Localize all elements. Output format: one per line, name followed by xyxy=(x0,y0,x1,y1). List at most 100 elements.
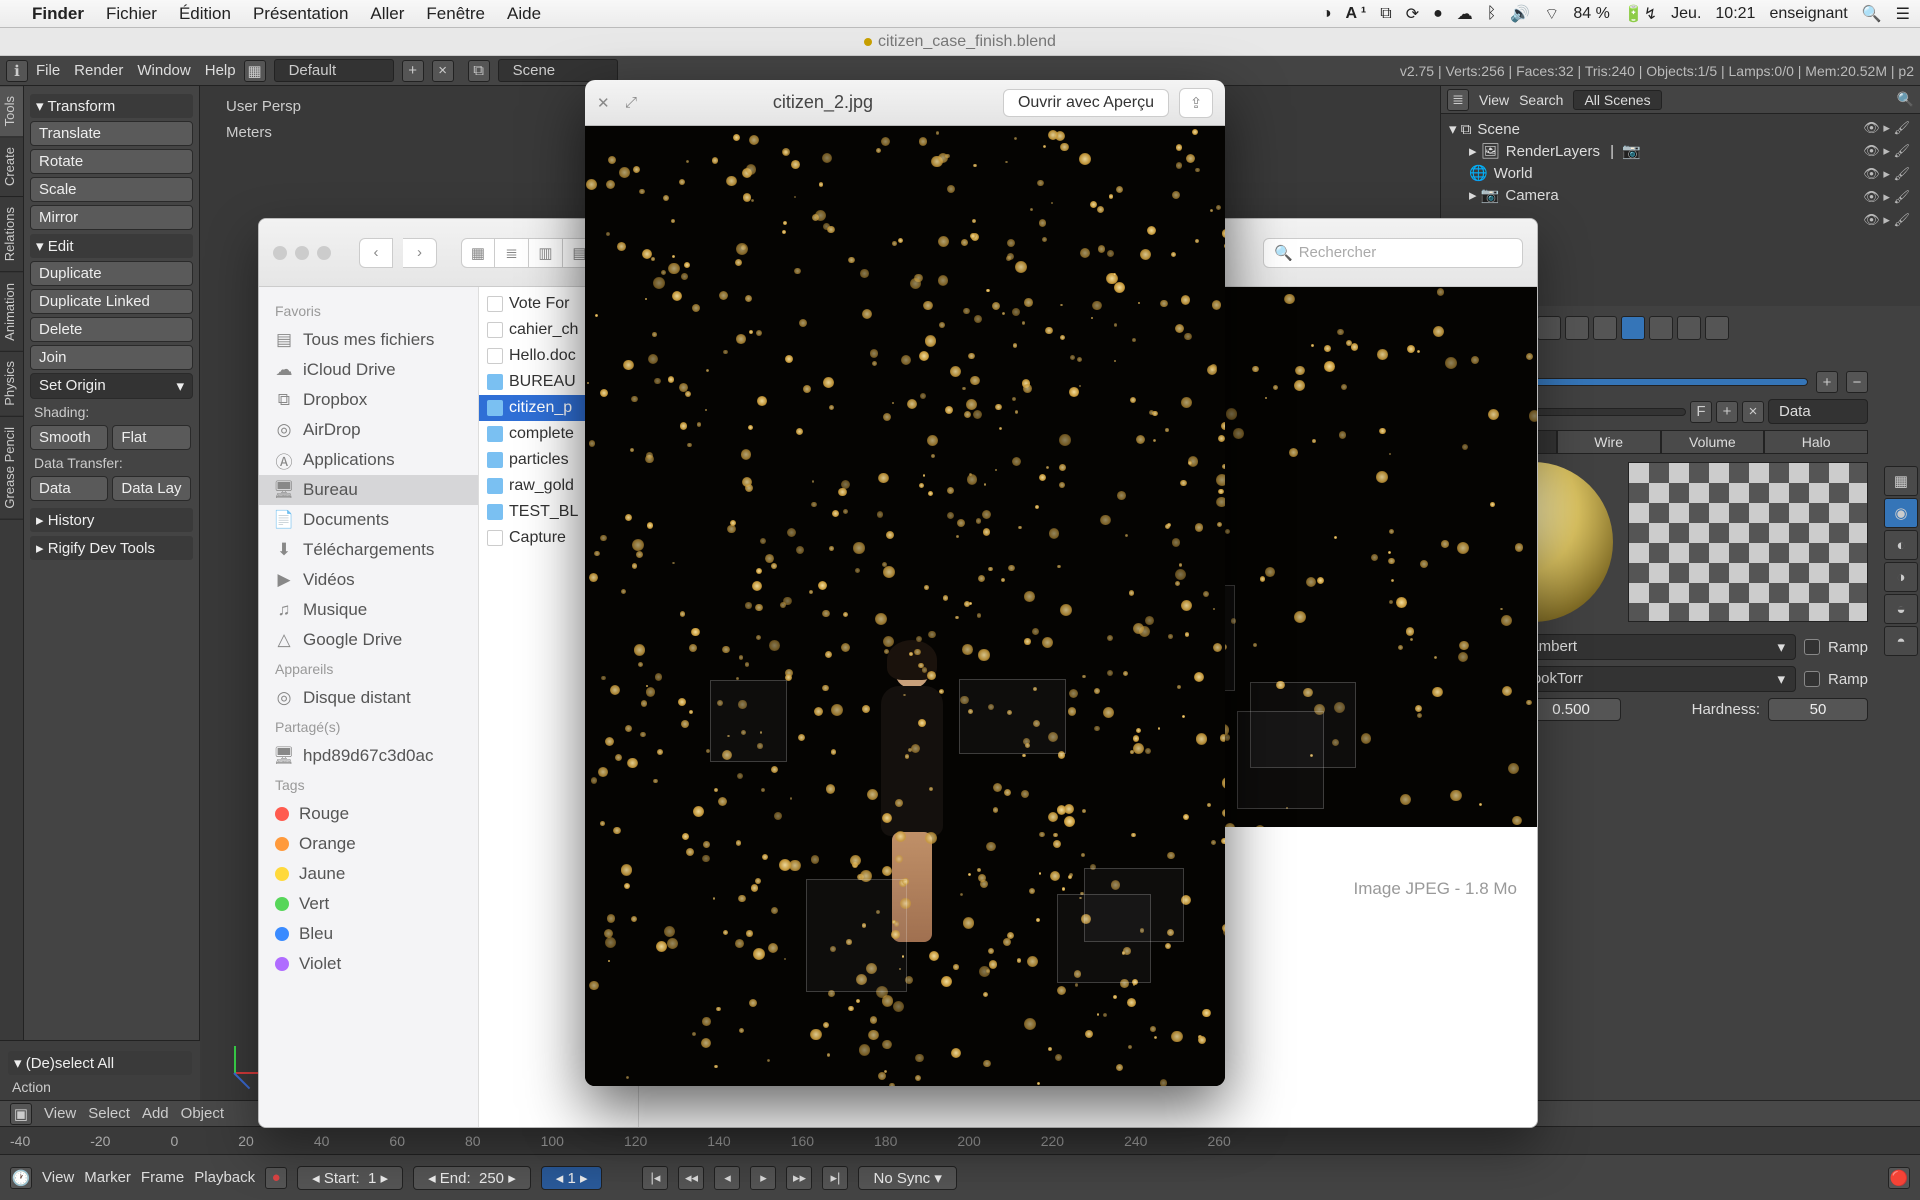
outliner-view[interactable]: View xyxy=(1479,92,1509,108)
duplicate-button[interactable]: Duplicate xyxy=(30,261,193,286)
timeline-type-icon[interactable]: 🕐 xyxy=(10,1167,32,1189)
sidebar-gdrive[interactable]: △Google Drive xyxy=(259,625,478,655)
tree-camera[interactable]: ▸ 📷 Camera xyxy=(1449,184,1912,206)
menu-aide[interactable]: Aide xyxy=(507,4,541,24)
scene-browse-icon[interactable]: ⧉ xyxy=(468,60,490,82)
end-field[interactable]: ◂ End: 250 ▸ xyxy=(413,1166,531,1190)
play-rev-icon[interactable]: ◂ xyxy=(714,1166,740,1190)
outliner-type-icon[interactable]: ≣ xyxy=(1447,89,1469,111)
view-column-icon[interactable]: ▥ xyxy=(529,238,563,268)
ptab-4[interactable]: ◑ xyxy=(1884,562,1918,592)
join-button[interactable]: Join xyxy=(30,345,193,370)
tree-renderlayers[interactable]: ▸ 🖼 RenderLayers | 📷 xyxy=(1449,140,1912,162)
object-menu[interactable]: Object xyxy=(181,1105,224,1122)
view3d-type-icon[interactable]: ▣ xyxy=(10,1103,32,1125)
sidebar-dropbox[interactable]: ⧉Dropbox xyxy=(259,385,478,415)
finder-search[interactable]: 🔍 Rechercher xyxy=(1263,238,1523,268)
specular-ramp-check[interactable] xyxy=(1804,671,1820,687)
sync-icon[interactable]: ⟳ xyxy=(1406,4,1419,24)
menu-fenetre[interactable]: Fenêtre xyxy=(426,4,485,24)
link-select[interactable]: Data xyxy=(1768,399,1868,424)
menubar-app[interactable]: Finder xyxy=(32,4,84,24)
menu-aller[interactable]: Aller xyxy=(370,4,404,24)
start-field[interactable]: ◂ Start: 1 ▸ xyxy=(297,1166,403,1190)
pb-frame[interactable]: Frame xyxy=(141,1169,184,1186)
cloud-icon[interactable]: ☁︎ xyxy=(1457,4,1473,24)
tag-jaune[interactable]: Jaune xyxy=(259,859,478,889)
sidebar-remote-disc[interactable]: ◎Disque distant xyxy=(259,683,478,713)
back-button[interactable]: ‹ xyxy=(359,238,393,268)
prev-key-icon[interactable]: ◂◂ xyxy=(678,1166,704,1190)
duplicate-linked-button[interactable]: Duplicate Linked xyxy=(30,289,193,314)
outliner-search[interactable]: Search xyxy=(1519,92,1563,108)
spotlight-icon[interactable]: 🔍 xyxy=(1862,4,1882,24)
jump-start-icon[interactable]: |◂ xyxy=(642,1166,668,1190)
battery-icon[interactable]: 🔋↯ xyxy=(1624,4,1657,24)
transform-header[interactable]: ▾ Transform xyxy=(30,94,193,118)
pb-view[interactable]: View xyxy=(42,1169,74,1186)
rigify-header[interactable]: ▸ Rigify Dev Tools xyxy=(30,536,193,560)
x-icon[interactable]: × xyxy=(1742,401,1764,423)
tab-volume[interactable]: Volume xyxy=(1661,430,1765,454)
tab-create[interactable]: Create xyxy=(0,137,23,197)
tab-physics[interactable]: Physics xyxy=(0,351,23,417)
fullscreen-icon[interactable]: ⤢ xyxy=(625,94,643,112)
specular-shader[interactable]: CookTorr ▾ xyxy=(1511,666,1796,692)
layout-del-icon[interactable]: × xyxy=(432,60,454,82)
tab-relations[interactable]: Relations xyxy=(0,197,23,272)
tab-animation[interactable]: Animation xyxy=(0,273,23,352)
layout-select[interactable]: Default xyxy=(274,59,394,82)
tag-orange[interactable]: Orange xyxy=(259,829,478,859)
menu-render[interactable]: Render xyxy=(74,62,123,79)
close-icon[interactable]: ✕ xyxy=(597,94,615,112)
current-frame[interactable]: ◂ 1 ▸ xyxy=(541,1166,603,1190)
menu-icon[interactable]: ☰ xyxy=(1896,4,1910,24)
tab-halo[interactable]: Halo xyxy=(1764,430,1868,454)
hardness-value[interactable]: 50 xyxy=(1768,698,1868,721)
sidebar-bureau[interactable]: 🖥Bureau xyxy=(259,475,478,505)
ptab-5[interactable]: ◒ xyxy=(1884,594,1918,624)
tab-grease-pencil[interactable]: Grease Pencil xyxy=(0,417,23,520)
tab-wire[interactable]: Wire xyxy=(1557,430,1661,454)
sidebar-documents[interactable]: 📄Documents xyxy=(259,505,478,535)
f-button[interactable]: F xyxy=(1690,401,1712,423)
tag-bleu[interactable]: Bleu xyxy=(259,919,478,949)
sidebar-shared-host[interactable]: 🖥hpd89d67c3d0ac xyxy=(259,741,478,771)
plus-icon[interactable]: + xyxy=(1716,401,1738,423)
tree-world[interactable]: 🌐 World xyxy=(1449,162,1912,184)
share-icon[interactable]: ⇪ xyxy=(1179,88,1213,118)
menu-file[interactable]: File xyxy=(36,62,60,79)
ptab-6[interactable]: ◓ xyxy=(1884,626,1918,656)
ptab-1[interactable]: ▦ xyxy=(1884,466,1918,496)
history-header[interactable]: ▸ History xyxy=(30,508,193,532)
record-icon[interactable]: ● xyxy=(265,1167,287,1189)
mirror-button[interactable]: Mirror xyxy=(30,205,193,230)
tab-tools[interactable]: Tools xyxy=(0,86,23,137)
material-add-icon[interactable]: + xyxy=(1816,371,1838,393)
pb-playback[interactable]: Playback xyxy=(194,1169,255,1186)
add-menu[interactable]: Add xyxy=(142,1105,169,1122)
layout-add-icon[interactable]: + xyxy=(402,60,424,82)
edit-header[interactable]: ▾ Edit xyxy=(30,234,193,258)
adobe-icon[interactable]: A ¹ xyxy=(1346,5,1367,23)
ptab-3[interactable]: ◐ xyxy=(1884,530,1918,560)
volume-icon[interactable]: 🔊 xyxy=(1510,4,1530,24)
data-button[interactable]: Data xyxy=(30,476,108,501)
visibility-column[interactable]: 👁 ▸ 🖌👁 ▸ 🖌👁 ▸ 🖌👁 ▸ 🖌👁 ▸ 🖌 xyxy=(1863,120,1910,228)
menu-fichier[interactable]: Fichier xyxy=(106,4,157,24)
scale-button[interactable]: Scale xyxy=(30,177,193,202)
wifi-icon[interactable]: ⌔ xyxy=(1544,4,1559,24)
data-lay-button[interactable]: Data Lay xyxy=(112,476,190,501)
timeline-ruler[interactable]: -40-200 204060 80100120 140160180 200220… xyxy=(0,1126,1920,1154)
dropbox-icon[interactable]: ⧉ xyxy=(1380,5,1391,23)
search-icon[interactable]: 🔍 xyxy=(1897,91,1914,108)
translate-button[interactable]: Translate xyxy=(30,121,193,146)
sidebar-airdrop[interactable]: ◎AirDrop xyxy=(259,415,478,445)
sidebar-all-files[interactable]: ▤Tous mes fichiers xyxy=(259,325,478,355)
menu-window[interactable]: Window xyxy=(137,62,190,79)
sidebar-applications[interactable]: ⒶApplications xyxy=(259,445,478,475)
view-list-icon[interactable]: ≣ xyxy=(495,238,529,268)
sync-select[interactable]: No Sync ▾ xyxy=(858,1166,956,1190)
sidebar-music[interactable]: ♫Musique xyxy=(259,595,478,625)
user-name[interactable]: enseignant xyxy=(1769,5,1847,23)
